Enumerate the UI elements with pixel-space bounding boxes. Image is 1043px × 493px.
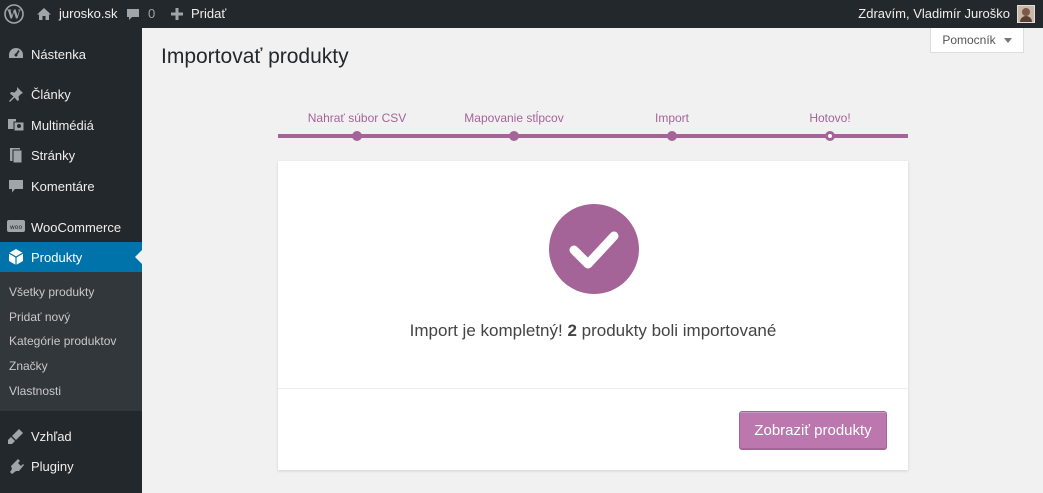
svg-text:W: W [6, 8, 21, 22]
site-name-link[interactable]: jurosko.sk [36, 0, 118, 28]
home-icon [36, 6, 52, 22]
submenu-item-add-new[interactable]: Pridať nový [9, 310, 70, 324]
sidebar-item-pages[interactable]: Stránky [0, 140, 142, 170]
sidebar-item-dashboard[interactable]: Nástenka [0, 39, 142, 69]
pages-icon [6, 145, 26, 165]
plus-icon [170, 7, 184, 21]
submenu-item-tags[interactable]: Značky [9, 359, 48, 373]
comment-bubble-icon [125, 6, 141, 22]
user-greeting: Zdravím, Vladimír Juroško [858, 6, 1010, 21]
woocommerce-icon: woo [6, 217, 26, 237]
sidebar-item-label: Články [31, 86, 71, 102]
plugins-icon [6, 456, 26, 476]
sidebar-item-label: Multimédiá [31, 117, 94, 133]
caret-down-icon [1003, 37, 1012, 43]
comments-link[interactable]: 0 [125, 0, 155, 28]
sidebar-item-label: WooCommerce [31, 219, 122, 235]
sidebar-item-media[interactable]: Multimédiá [0, 110, 142, 140]
admin-sidebar: Nástenka Články Multimédiá Stránky Komen… [0, 28, 142, 493]
steps-progress-line [278, 134, 908, 138]
site-name: jurosko.sk [59, 6, 118, 21]
submenu-item-categories[interactable]: Kategórie produktov [9, 334, 116, 348]
help-tab-button[interactable]: Pomocník [930, 28, 1024, 53]
step-dot [667, 131, 677, 141]
dashboard-icon [6, 44, 26, 64]
message-prefix: Import je kompletný! [409, 321, 563, 340]
import-steps: Nahrať súbor CSV Mapovanie stĺpcov Impor… [278, 108, 908, 143]
sidebar-item-label: Pluginy [31, 458, 74, 474]
import-result-card: Import je kompletný! 2 produkty boli imp… [278, 161, 908, 470]
svg-text:woo: woo [10, 224, 23, 231]
sidebar-item-label: Komentáre [31, 178, 95, 194]
sidebar-item-label: Stránky [31, 147, 76, 163]
imported-count: 2 [567, 321, 577, 340]
submenu-item-all-products[interactable]: Všetky produkty [9, 285, 94, 299]
sidebar-item-label: Vzhľad [31, 428, 72, 444]
submenu-item-attributes[interactable]: Vlastnosti [9, 384, 61, 398]
view-products-button[interactable]: Zobraziť produkty [739, 411, 887, 449]
avatar [1017, 5, 1035, 23]
sidebar-item-label: Produkty [31, 249, 83, 265]
step-label: Hotovo! [809, 111, 851, 125]
sidebar-item-plugins[interactable]: Pluginy [0, 451, 142, 481]
sidebar-item-posts[interactable]: Články [0, 79, 142, 109]
appearance-icon [6, 426, 26, 446]
step-dot-current [825, 131, 835, 141]
products-icon [6, 247, 26, 267]
message-suffix: produkty boli importované [581, 321, 777, 340]
add-new-label: Pridať [191, 6, 227, 21]
sidebar-item-comments[interactable]: Komentáre [0, 171, 142, 201]
add-new-link[interactable]: Pridať [170, 0, 226, 28]
admin-bar: W jurosko.sk 0 Pridať Zdravím, Vladimír … [0, 0, 1043, 28]
step-label: Import [654, 111, 690, 125]
sidebar-item-products[interactable]: Produkty [0, 242, 142, 272]
sidebar-item-label: Nástenka [31, 46, 86, 62]
step-label: Nahrať súbor CSV [307, 111, 407, 125]
import-complete-message: Import je kompletný! 2 produkty boli imp… [278, 321, 908, 341]
checkmark-icon [549, 204, 639, 294]
comments-count: 0 [148, 6, 156, 21]
comments-icon [6, 176, 26, 196]
pushpin-icon [6, 84, 26, 104]
wordpress-logo-icon[interactable]: W [0, 0, 28, 28]
sidebar-item-appearance[interactable]: Vzhľad [0, 421, 142, 451]
page-title: Importovať produkty [161, 45, 349, 68]
step-dot [352, 131, 362, 141]
help-tab-label: Pomocník [942, 33, 996, 47]
products-submenu: Všetky produkty Pridať nový Kategórie pr… [0, 272, 142, 411]
sidebar-item-woocommerce[interactable]: woo WooCommerce [0, 212, 142, 242]
user-account-menu[interactable]: Zdravím, Vladimír Juroško [858, 0, 1035, 28]
card-divider [278, 388, 908, 389]
step-dot [509, 131, 519, 141]
media-icon [6, 115, 26, 135]
step-label: Mapovanie stĺpcov [464, 111, 564, 125]
